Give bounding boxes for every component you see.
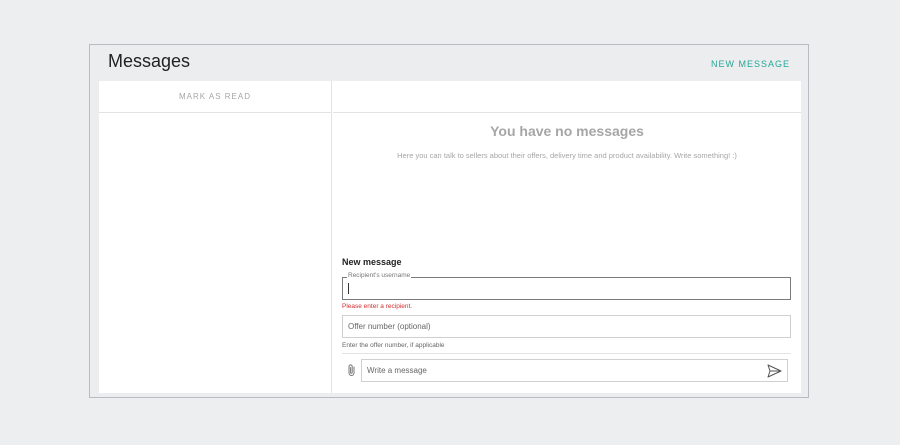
mark-as-read-button[interactable]: MARK AS READ: [99, 81, 331, 113]
conversation-header: [333, 81, 801, 113]
conversation-list: MARK AS READ: [99, 81, 332, 393]
empty-state-title: You have no messages: [490, 123, 644, 139]
compose-divider: [342, 353, 791, 354]
conversation-view: You have no messages Here you can talk t…: [333, 81, 801, 393]
recipient-error: Please enter a recipient.: [342, 303, 413, 310]
offer-number-hint: Enter the offer number, if applicable: [342, 342, 445, 349]
new-message-title: New message: [342, 257, 402, 267]
messages-panel: Messages NEW MESSAGE MARK AS READ You ha…: [89, 44, 809, 398]
text-cursor: [348, 283, 349, 294]
message-field[interactable]: [361, 359, 788, 382]
send-icon[interactable]: [767, 364, 782, 378]
offer-number-field[interactable]: [342, 315, 791, 338]
paperclip-icon[interactable]: [346, 363, 358, 377]
empty-state-description: Here you can talk to sellers about their…: [397, 151, 737, 160]
page-title: Messages: [108, 51, 191, 71]
new-message-button[interactable]: NEW MESSAGE: [711, 59, 790, 69]
messages-content: MARK AS READ You have no messages Here y…: [99, 81, 801, 393]
message-input[interactable]: [362, 360, 787, 381]
recipient-field[interactable]: Recipient's username: [342, 272, 791, 300]
offer-number-input[interactable]: [343, 316, 790, 337]
recipient-label: Recipient's username: [347, 272, 412, 279]
recipient-input[interactable]: [343, 278, 790, 299]
